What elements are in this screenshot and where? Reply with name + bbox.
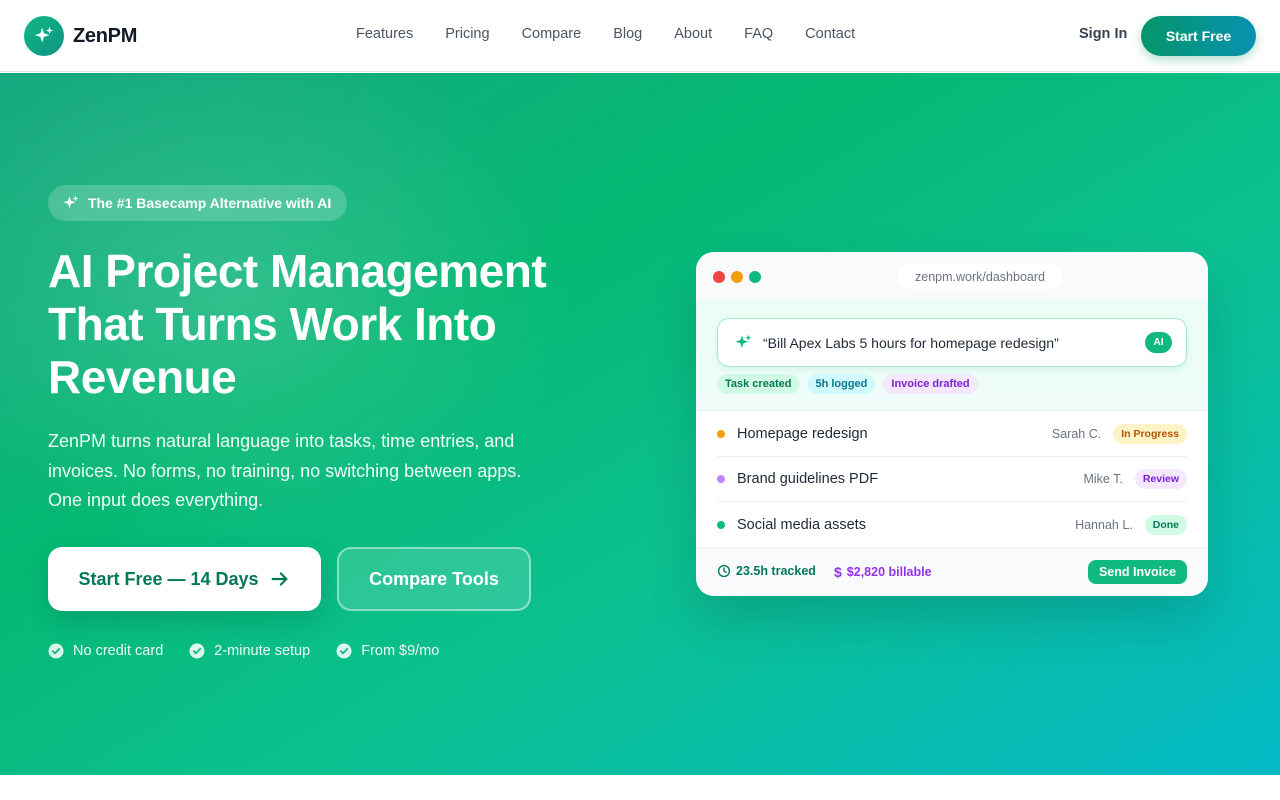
sign-in-link[interactable]: Sign In [1079,26,1127,42]
window-close-dot [713,271,725,283]
trust-item: No credit card [48,643,163,659]
hero-badge-label: The #1 Basecamp Alternative with AI [88,195,332,211]
status-badge: Done [1144,514,1187,535]
ai-command-input[interactable]: “Bill Apex Labs 5 hours for homepage red… [717,318,1187,367]
window-titlebar: zenpm.work/dashboard [696,252,1208,300]
subtext-line-2: invoices. No forms, no training, no swit… [48,460,522,481]
brand-name: ZenPM [73,24,138,47]
dashboard-preview-window: zenpm.work/dashboard “Bill Apex Labs 5 h… [696,252,1208,596]
task-status-dot [717,430,725,438]
hero-subtext: ZenPM turns natural language into tasks,… [48,427,548,516]
nav-links: Features Pricing Compare Blog About FAQ … [340,26,871,42]
check-circle-icon [336,643,352,659]
task-assignee: Sarah C. [1051,427,1102,441]
send-invoice-button[interactable]: Send Invoice [1088,560,1187,584]
chip-invoice-drafted: Invoice drafted [883,374,978,394]
status-badge: In Progress [1113,424,1187,444]
sparkle-icon [62,194,80,212]
headline-line-3: Revenue [48,351,237,403]
dashboard-footer: 23.5h tracked $ $2,820 billable Send Inv… [696,547,1208,596]
headline-line-2: That Turns Work Into [48,298,497,350]
trust-label: From $9/mo [361,643,440,659]
arrow-right-icon [269,568,291,590]
trust-item: 2-minute setup [189,643,310,659]
nav-link-contact[interactable]: Contact [805,26,855,42]
task-row[interactable]: Brand guidelines PDF Mike T. Review [717,457,1187,502]
start-free-trial-button[interactable]: Start Free — 14 Days [48,547,321,611]
chip-task-created: Task created [717,374,800,394]
task-row[interactable]: Social media assets Hannah L. Done [717,502,1187,547]
clock-icon [717,564,731,578]
subtext-line-1: ZenPM turns natural language into tasks,… [48,431,515,451]
ai-command-area: “Bill Apex Labs 5 hours for homepage red… [696,300,1208,411]
ai-prompt-text: “Bill Apex Labs 5 hours for homepage red… [763,334,1059,351]
ai-result-chips: Task created 5h logged Invoice drafted [717,374,986,394]
dollar-icon: $ [834,564,842,580]
task-row[interactable]: Homepage redesign Sarah C. In Progress [717,412,1187,457]
nav-link-features[interactable]: Features [356,26,413,42]
billable-amount: $2,820 billable [846,565,932,579]
ai-badge: AI [1145,332,1172,353]
nav-link-pricing[interactable]: Pricing [445,26,489,42]
headline-line-1: AI Project Management [48,245,547,297]
tracked-hours: 23.5h tracked [736,564,816,578]
window-minimize-dot [731,271,743,283]
trust-item: From $9/mo [336,643,439,659]
hero-badge: The #1 Basecamp Alternative with AI [48,185,348,221]
subtext-line-3: One input does everything. [48,490,264,510]
nav-link-compare[interactable]: Compare [522,26,582,42]
start-free-button[interactable]: Start Free [1141,16,1256,56]
trust-label: 2-minute setup [214,643,311,659]
trust-list: No credit card 2-minute setup From $9/mo [48,643,465,659]
billable-stat: $ $2,820 billable [834,564,932,580]
task-name: Brand guidelines PDF [737,471,879,487]
nav-link-about[interactable]: About [674,26,712,42]
hero-section: The #1 Basecamp Alternative with AI AI P… [0,73,1280,775]
task-name: Homepage redesign [737,426,868,442]
sparkle-icon [734,333,753,352]
task-name: Social media assets [737,516,866,533]
task-assignee: Mike T. [1083,472,1123,486]
trust-label: No credit card [73,643,164,659]
top-navbar: ZenPM Features Pricing Compare Blog Abou… [0,0,1280,72]
task-status-dot [717,475,725,483]
chip-hours-logged: 5h logged [807,374,876,394]
hero-headline: AI Project Management That Turns Work In… [48,245,648,404]
tracked-stat: 23.5h tracked [717,564,816,578]
window-maximize-dot [749,271,761,283]
address-bar: zenpm.work/dashboard [898,264,1062,289]
status-badge: Review [1134,469,1187,489]
nav-link-faq[interactable]: FAQ [744,26,773,42]
brand-logo[interactable]: ZenPM [24,16,137,56]
task-status-dot [717,520,725,529]
task-assignee: Hannah L. [1075,517,1133,532]
start-free-trial-label: Start Free — 14 Days [78,568,259,589]
check-circle-icon [48,643,64,659]
nav-link-blog[interactable]: Blog [613,26,642,42]
sparkle-logo-icon [24,16,64,56]
check-circle-icon [189,643,205,659]
compare-tools-button[interactable]: Compare Tools [337,547,531,611]
